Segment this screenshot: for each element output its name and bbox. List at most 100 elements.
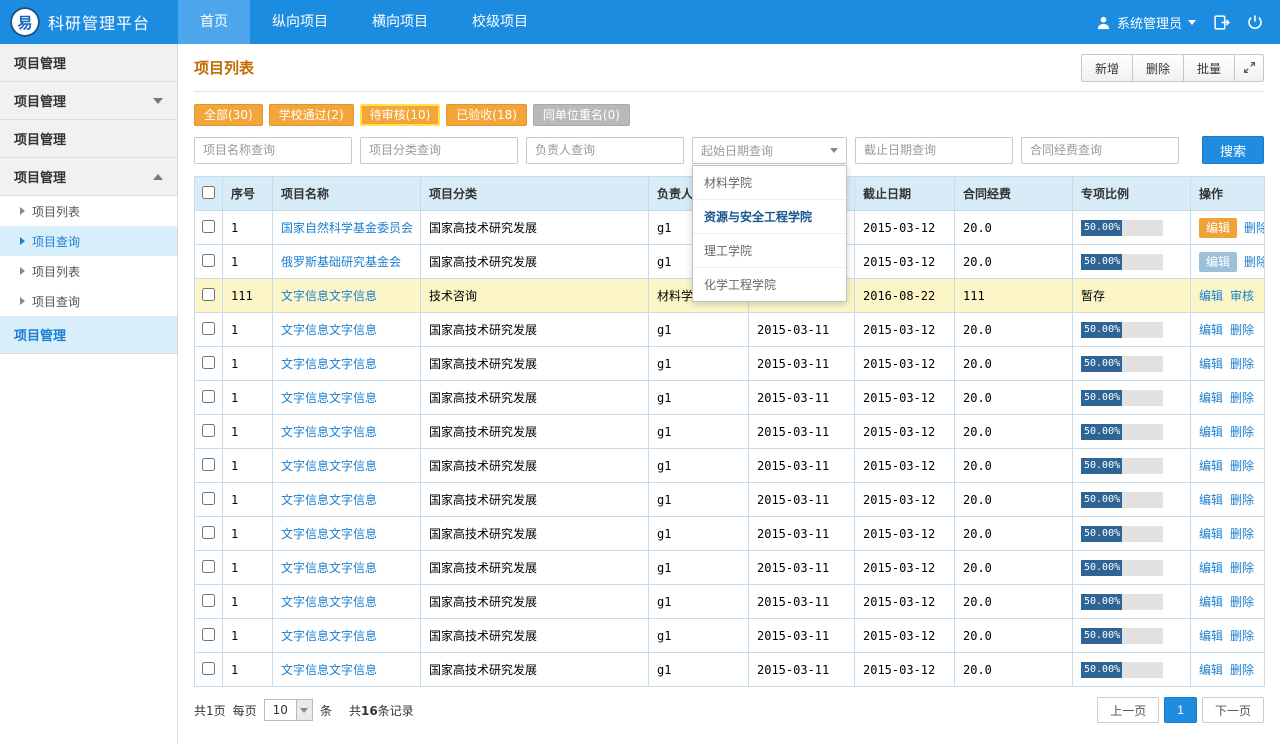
fund-input[interactable] [1021, 137, 1179, 164]
row-checkbox[interactable] [202, 288, 215, 301]
action-link[interactable]: 删除 [1230, 629, 1254, 643]
action-link[interactable]: 编辑 [1199, 493, 1223, 507]
project-name-link[interactable]: 文字信息文字信息 [281, 289, 377, 303]
action-link[interactable]: 编辑 [1199, 425, 1223, 439]
nav-tab[interactable]: 横向项目 [350, 0, 450, 44]
row-checkbox[interactable] [202, 526, 215, 539]
next-page-button[interactable]: 下一页 [1202, 697, 1264, 723]
filter-tab[interactable]: 全部(30) [194, 104, 263, 126]
project-name-link[interactable]: 文字信息文字信息 [281, 357, 377, 371]
row-checkbox[interactable] [202, 220, 215, 233]
project-name-link[interactable]: 文字信息文字信息 [281, 391, 377, 405]
sidebar-group[interactable]: 项目管理 [0, 316, 177, 354]
project-name-link[interactable]: 国家自然科学基金委员会 [281, 221, 413, 235]
row-checkbox[interactable] [202, 254, 215, 267]
row-checkbox[interactable] [202, 356, 215, 369]
user-menu[interactable]: 系统管理员 [1096, 13, 1196, 32]
action-link[interactable]: 删除 [1230, 357, 1254, 371]
row-checkbox[interactable] [202, 492, 215, 505]
project-name-link[interactable]: 文字信息文字信息 [281, 561, 377, 575]
project-name-link[interactable]: 文字信息文字信息 [281, 629, 377, 643]
project-name-link[interactable]: 文字信息文字信息 [281, 663, 377, 677]
dropdown-option[interactable]: 理工学院 [693, 234, 846, 268]
end-date-input[interactable] [855, 137, 1013, 164]
progress-bar: 50.00% [1081, 390, 1163, 406]
action-link[interactable]: 编辑 [1199, 561, 1223, 575]
action-link[interactable]: 编辑 [1199, 527, 1223, 541]
project-name-link[interactable]: 俄罗斯基础研究基金会 [281, 255, 401, 269]
action-link[interactable]: 删除 [1244, 221, 1264, 235]
select-all-checkbox[interactable] [202, 186, 215, 199]
sidebar-group[interactable]: 项目管理 [0, 44, 177, 82]
leader-input[interactable] [526, 137, 684, 164]
user-icon [1096, 15, 1111, 30]
nav-tab[interactable]: 纵向项目 [250, 0, 350, 44]
sidebar-item[interactable]: 项目列表 [0, 256, 177, 286]
filter-tab[interactable]: 同单位重名(0) [533, 104, 630, 126]
filter-tab[interactable]: 待审核(10) [360, 104, 441, 126]
action-link[interactable]: 删除 [1230, 493, 1254, 507]
action-link[interactable]: 编辑 [1199, 629, 1223, 643]
action-link[interactable]: 删除 [1230, 459, 1254, 473]
new-button[interactable]: 新增 [1081, 54, 1133, 82]
exit-fullscreen-button[interactable] [1212, 13, 1230, 31]
dropdown-option[interactable]: 材料学院 [693, 166, 846, 200]
row-checkbox[interactable] [202, 662, 215, 675]
sidebar-group[interactable]: 项目管理 [0, 82, 177, 120]
project-name-input[interactable] [194, 137, 352, 164]
project-name-link[interactable]: 文字信息文字信息 [281, 425, 377, 439]
sidebar-item[interactable]: 项目查询 [0, 226, 177, 256]
project-name-link[interactable]: 文字信息文字信息 [281, 459, 377, 473]
action-link[interactable]: 编辑 [1199, 595, 1223, 609]
dropdown-option[interactable]: 资源与安全工程学院 [693, 200, 846, 234]
action-link[interactable]: 编辑 [1199, 459, 1223, 473]
action-link[interactable]: 删除 [1230, 425, 1254, 439]
row-checkbox[interactable] [202, 322, 215, 335]
page-1-button[interactable]: 1 [1164, 697, 1197, 723]
action-link[interactable]: 编辑 [1199, 663, 1223, 677]
per-page-select[interactable]: 10 [264, 699, 313, 721]
row-checkbox[interactable] [202, 628, 215, 641]
row-checkbox[interactable] [202, 560, 215, 573]
action-link[interactable]: 删除 [1230, 663, 1254, 677]
sidebar-item[interactable]: 项目列表 [0, 196, 177, 226]
nav-tab[interactable]: 校级项目 [450, 0, 550, 44]
filter-tab[interactable]: 已验收(18) [446, 104, 527, 126]
cell-actions: 编辑删除 [1191, 211, 1265, 245]
action-link[interactable]: 删除 [1230, 595, 1254, 609]
nav-tab[interactable]: 首页 [178, 0, 250, 44]
project-name-link[interactable]: 文字信息文字信息 [281, 493, 377, 507]
sidebar-group[interactable]: 项目管理 [0, 158, 177, 196]
action-link[interactable]: 删除 [1244, 255, 1264, 269]
action-link[interactable]: 删除 [1230, 391, 1254, 405]
prev-page-button[interactable]: 上一页 [1097, 697, 1159, 723]
action-link[interactable]: 删除 [1230, 323, 1254, 337]
project-name-link[interactable]: 文字信息文字信息 [281, 323, 377, 337]
row-checkbox[interactable] [202, 390, 215, 403]
row-checkbox[interactable] [202, 424, 215, 437]
start-date-select[interactable]: 起始日期查询 材料学院资源与安全工程学院理工学院化学工程学院 [692, 137, 847, 164]
expand-button[interactable] [1234, 54, 1264, 82]
project-category-input[interactable] [360, 137, 518, 164]
action-link[interactable]: 审核 [1230, 289, 1254, 303]
dropdown-option[interactable]: 化学工程学院 [693, 268, 846, 301]
search-button[interactable]: 搜索 [1202, 136, 1264, 164]
filter-tab[interactable]: 学校通过(2) [269, 104, 354, 126]
project-name-link[interactable]: 文字信息文字信息 [281, 527, 377, 541]
action-link[interactable]: 删除 [1230, 561, 1254, 575]
sidebar-group[interactable]: 项目管理 [0, 120, 177, 158]
action-button[interactable]: 编辑 [1199, 252, 1237, 272]
power-button[interactable] [1246, 13, 1264, 31]
action-link[interactable]: 编辑 [1199, 357, 1223, 371]
row-checkbox[interactable] [202, 458, 215, 471]
row-checkbox[interactable] [202, 594, 215, 607]
action-link[interactable]: 编辑 [1199, 391, 1223, 405]
sidebar-item[interactable]: 项目查询 [0, 286, 177, 316]
batch-button[interactable]: 批量 [1183, 54, 1235, 82]
action-link[interactable]: 删除 [1230, 527, 1254, 541]
action-link[interactable]: 编辑 [1199, 323, 1223, 337]
action-link[interactable]: 编辑 [1199, 289, 1223, 303]
delete-button[interactable]: 删除 [1132, 54, 1184, 82]
action-button[interactable]: 编辑 [1199, 218, 1237, 238]
project-name-link[interactable]: 文字信息文字信息 [281, 595, 377, 609]
